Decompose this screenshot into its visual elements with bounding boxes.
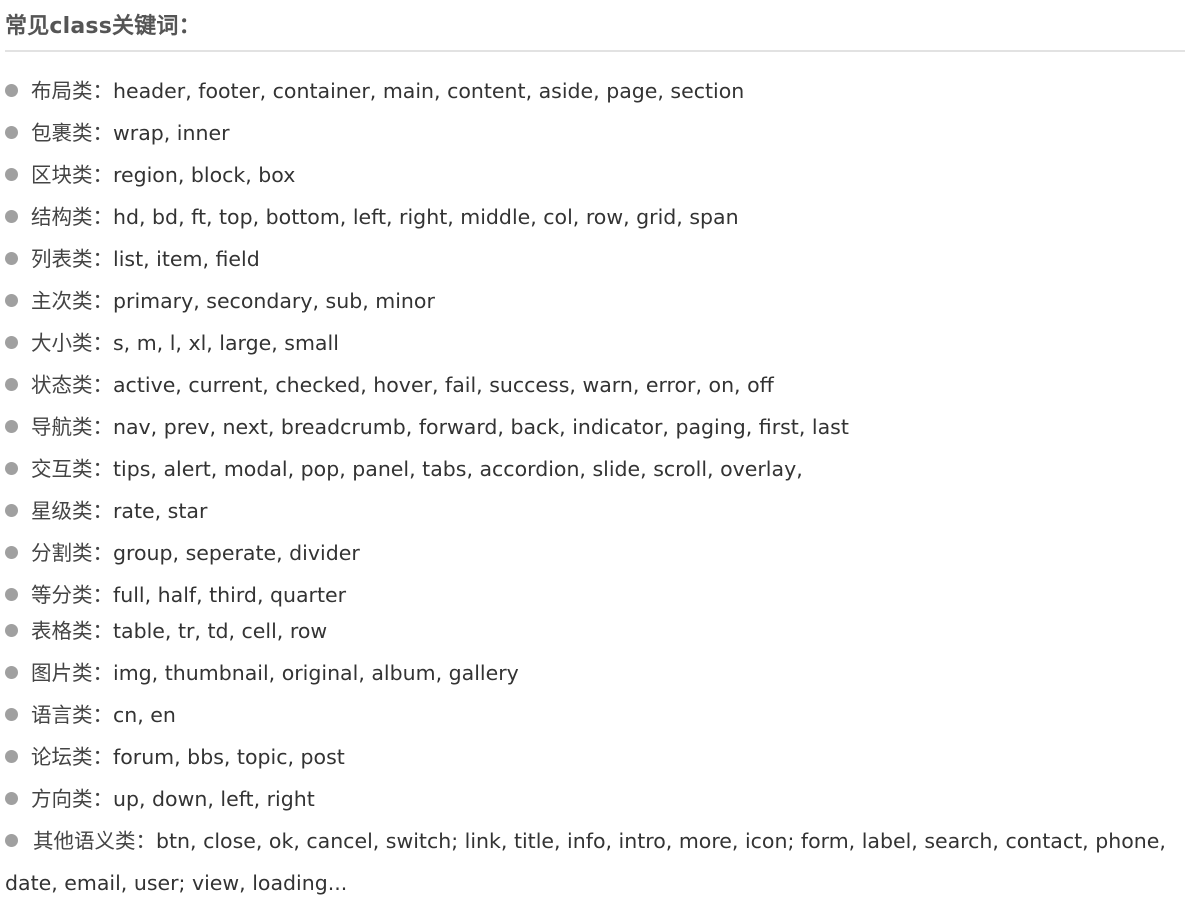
list-item: 论坛类：forum, bbs, topic, post (0, 736, 1202, 778)
colon-separator: ： (135, 829, 157, 853)
category-label: 分割类 (31, 541, 93, 565)
category-label: 等分类 (31, 583, 93, 607)
keyword-values: s, m, l, xl, large, small (113, 331, 339, 355)
keyword-values: group, seperate, divider (113, 541, 360, 565)
colon-separator: ： (92, 247, 114, 271)
list-item: 其他语义类：btn, close, ok, cancel, switch; li… (0, 820, 1197, 904)
colon-separator: ： (92, 703, 114, 727)
list-item: 布局类：header, footer, container, main, con… (0, 70, 1202, 112)
article-page: 常见class关键词： 布局类：header, footer, containe… (0, 0, 1202, 922)
category-label: 方向类 (31, 787, 93, 811)
list-item: 导航类：nav, prev, next, breadcrumb, forward… (0, 406, 1202, 448)
list-item: 状态类：active, current, checked, hover, fai… (0, 364, 1202, 406)
keyword-values: forum, bbs, topic, post (113, 745, 345, 769)
bullet-icon (5, 336, 18, 349)
keyword-values: hd, bd, ft, top, bottom, left, right, mi… (113, 205, 739, 229)
list-item: 交互类：tips, alert, modal, pop, panel, tabs… (0, 448, 1202, 490)
category-label: 图片类 (31, 661, 93, 685)
bullet-icon (5, 168, 18, 181)
list-item: 列表类：list, item, field (0, 238, 1202, 280)
category-label: 其他语义类 (33, 829, 136, 853)
list-item: 主次类：primary, secondary, sub, minor (0, 280, 1202, 322)
category-label: 布局类 (31, 79, 93, 103)
bullet-icon (5, 588, 18, 601)
bullet-icon (5, 252, 18, 265)
keyword-values: full, half, third, quarter (113, 583, 347, 607)
page-title: 常见class关键词： (5, 14, 201, 39)
colon-separator: ： (92, 373, 114, 397)
category-label: 大小类 (31, 331, 93, 355)
colon-separator: ： (92, 745, 114, 769)
category-label: 包裹类 (31, 121, 93, 145)
keyword-values: primary, secondary, sub, minor (113, 289, 435, 313)
keyword-values: btn, close, ok, cancel, switch; link, ti… (5, 829, 1166, 895)
bullet-icon (5, 708, 18, 721)
bullet-icon (5, 210, 18, 223)
bullet-icon (5, 378, 18, 391)
colon-separator: ： (92, 331, 114, 355)
keyword-values: active, current, checked, hover, fail, s… (113, 373, 774, 397)
category-label: 区块类 (31, 163, 93, 187)
keyword-values: rate, star (113, 499, 208, 523)
bullet-icon (5, 792, 18, 805)
bullet-icon (5, 462, 18, 475)
list-item: 方向类：up, down, left, right (0, 778, 1202, 820)
keyword-values: img, thumbnail, original, album, gallery (113, 661, 519, 685)
keyword-values: table, tr, td, cell, row (113, 619, 328, 643)
list-item: 等分类：full, half, third, quarter (0, 574, 1202, 610)
keyword-values: up, down, left, right (113, 787, 315, 811)
colon-separator: ： (92, 661, 114, 685)
keyword-values: tips, alert, modal, pop, panel, tabs, ac… (113, 457, 803, 481)
keyword-values: wrap, inner (113, 121, 230, 145)
list-item: 区块类：region, block, box (0, 154, 1202, 196)
category-label: 表格类 (31, 619, 93, 643)
bullet-icon (5, 546, 18, 559)
keyword-values: list, item, field (113, 247, 260, 271)
keyword-values: nav, prev, next, breadcrumb, forward, ba… (113, 415, 849, 439)
list-item: 分割类：group, seperate, divider (0, 532, 1202, 574)
list-item: 图片类：img, thumbnail, original, album, gal… (0, 652, 1202, 694)
category-label: 论坛类 (31, 745, 93, 769)
category-label: 结构类 (31, 205, 93, 229)
colon-separator: ： (92, 415, 114, 439)
list-item: 星级类：rate, star (0, 490, 1202, 532)
bullet-icon (5, 126, 18, 139)
list-item: 语言类：cn, en (0, 694, 1202, 736)
category-label: 状态类 (31, 373, 93, 397)
colon-separator: ： (92, 583, 114, 607)
keyword-values: region, block, box (113, 163, 296, 187)
bullet-icon (5, 420, 18, 433)
category-label: 交互类 (31, 457, 93, 481)
colon-separator: ： (92, 79, 114, 103)
colon-separator: ： (92, 205, 114, 229)
bullet-icon (5, 84, 18, 97)
bullet-icon (5, 294, 18, 307)
colon-separator: ： (92, 289, 114, 313)
colon-separator: ： (92, 457, 114, 481)
list-item: 包裹类：wrap, inner (0, 112, 1202, 154)
list-item: 结构类：hd, bd, ft, top, bottom, left, right… (0, 196, 1202, 238)
bullet-icon (5, 750, 18, 763)
bullet-icon (5, 834, 18, 847)
bullet-icon (5, 504, 18, 517)
bullet-icon (5, 624, 18, 637)
category-label: 导航类 (31, 415, 93, 439)
list-item: 大小类：s, m, l, xl, large, small (0, 322, 1202, 364)
category-label: 星级类 (31, 499, 93, 523)
category-label: 主次类 (31, 289, 93, 313)
category-label: 列表类 (31, 247, 93, 271)
keyword-values: cn, en (113, 703, 176, 727)
colon-separator: ： (92, 541, 114, 565)
colon-separator: ： (92, 619, 114, 643)
keyword-values: header, footer, container, main, content… (113, 79, 745, 103)
category-label: 语言类 (31, 703, 93, 727)
colon-separator: ： (92, 499, 114, 523)
title-divider (5, 50, 1185, 52)
bullet-icon (5, 666, 18, 679)
colon-separator: ： (92, 121, 114, 145)
colon-separator: ： (92, 787, 114, 811)
list-item: 表格类：table, tr, td, cell, row (0, 610, 1202, 652)
colon-separator: ： (92, 163, 114, 187)
class-keyword-list: 布局类：header, footer, container, main, con… (0, 70, 1202, 904)
